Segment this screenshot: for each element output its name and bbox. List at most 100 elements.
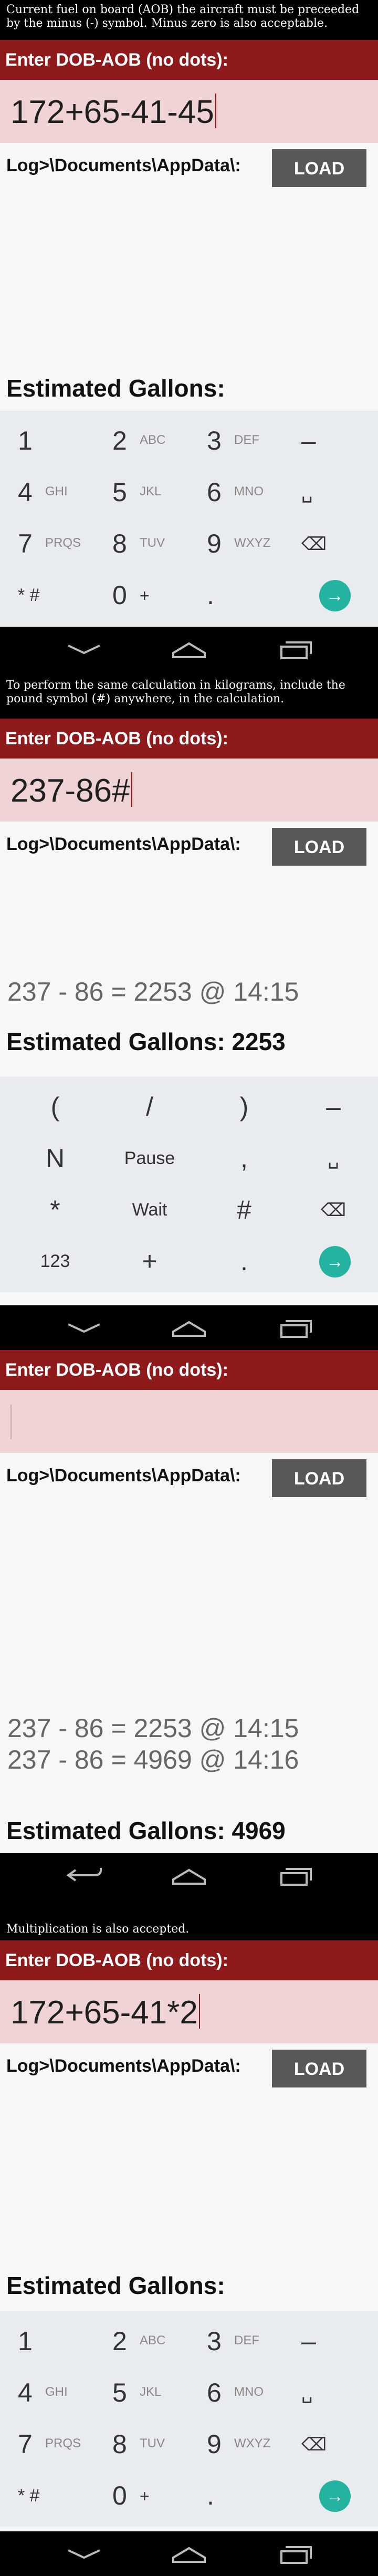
keypad-key[interactable]: – <box>294 416 373 463</box>
back-icon[interactable] <box>52 2537 116 2570</box>
dob-aob-input[interactable]: 237-86# <box>0 759 378 822</box>
key-digit: ␣ <box>301 2383 313 2403</box>
keypad-key[interactable]: 6 MNO <box>200 2368 278 2415</box>
keypad-key[interactable]: → <box>294 2471 373 2518</box>
back-icon[interactable] <box>52 632 116 666</box>
home-icon[interactable] <box>158 1858 220 1892</box>
recents-icon[interactable] <box>262 1858 326 1892</box>
keypad-key[interactable]: → <box>294 570 373 618</box>
keypad-key[interactable]: Pause <box>110 1134 189 1181</box>
estimated-gallons: Estimated Gallons: <box>6 2271 225 2300</box>
gallons-value: 2253 <box>232 1028 286 1055</box>
recents-icon[interactable] <box>262 2537 326 2570</box>
dob-aob-input[interactable]: 172+65-41-45 <box>0 80 378 143</box>
nav-bar <box>0 1853 378 1920</box>
key-digit: 6 <box>207 477 222 507</box>
keypad-key[interactable]: . <box>205 1237 284 1284</box>
dob-aob-input[interactable] <box>0 1390 378 1453</box>
keypad-key[interactable]: 9 WXYZ <box>200 519 278 566</box>
caption-1: Current fuel on board (AOB) the aircraft… <box>0 0 378 40</box>
keypad-key[interactable]: 0 + <box>105 570 184 618</box>
home-icon[interactable] <box>158 1311 220 1344</box>
keypad-key[interactable]: . <box>200 570 278 618</box>
key-digit: 7 <box>18 2429 33 2459</box>
keypad-key[interactable]: ⌫ <box>294 2419 373 2467</box>
input-value: 172+65-41*2 <box>10 1995 198 2031</box>
keypad-key[interactable]: 3 DEF <box>200 2317 278 2364</box>
keypad-key[interactable]: 1 <box>10 416 89 463</box>
load-button[interactable]: LOAD <box>272 1459 366 1497</box>
keypad-key[interactable]: . <box>200 2471 278 2518</box>
keypad-key[interactable]: ⌫ <box>294 1185 373 1232</box>
key-symbol: ( <box>50 1092 60 1121</box>
key-letters: ABC <box>140 433 166 447</box>
keypad-key[interactable]: ( <box>16 1082 94 1129</box>
keypad-key[interactable]: – <box>294 1082 373 1129</box>
keypad-key[interactable]: 2 ABC <box>105 416 184 463</box>
keypad-key[interactable]: 8 TUV <box>105 2419 184 2467</box>
text-caret <box>215 94 216 128</box>
key-digit: ⌫ <box>301 534 327 554</box>
keypad-key[interactable]: 0 + <box>105 2471 184 2518</box>
screen-2: Enter DOB-AOB (no dots): 237-86# Log>\Do… <box>0 719 378 1350</box>
keypad-key[interactable]: 9 WXYZ <box>200 2419 278 2467</box>
keypad-key[interactable]: 4 GHI <box>10 468 89 515</box>
keypad-key[interactable]: 7 PRQS <box>10 519 89 566</box>
keypad-key[interactable]: 123 <box>16 1237 94 1284</box>
keypad-key[interactable]: + <box>110 1237 189 1284</box>
keypad-key[interactable]: 4 GHI <box>10 2368 89 2415</box>
back-icon[interactable] <box>52 1311 116 1344</box>
path-row: Log>\Documents\AppData\: LOAD <box>0 143 378 193</box>
keypad-key[interactable]: 2 ABC <box>105 2317 184 2364</box>
keypad-key[interactable]: ␣ <box>294 2368 373 2415</box>
load-button[interactable]: LOAD <box>272 2050 366 2087</box>
home-icon[interactable] <box>158 2537 220 2570</box>
keypad-key[interactable]: 7 PRQS <box>10 2419 89 2467</box>
key-digit: . <box>207 580 214 610</box>
keypad-key[interactable]: 3 DEF <box>200 416 278 463</box>
symbol-keypad: ( /) – N Pause, ␣ * Wait # ⌫ 123 +. → <box>0 1077 378 1292</box>
key-digit: 1 <box>18 2326 33 2356</box>
key-symbol: Wait <box>132 1200 167 1220</box>
home-icon[interactable] <box>158 632 220 666</box>
recents-icon[interactable] <box>262 632 326 666</box>
keypad-key[interactable]: , <box>205 1134 284 1181</box>
keypad-key[interactable]: – <box>294 2317 373 2364</box>
keypad-key[interactable]: 5 JKL <box>105 468 184 515</box>
keypad-key[interactable]: 6 MNO <box>200 468 278 515</box>
keypad-key[interactable]: * # <box>10 2471 89 2518</box>
keypad-key[interactable]: # <box>205 1185 284 1232</box>
enter-arrow-icon: → <box>319 2480 351 2512</box>
keypad-key[interactable]: N <box>16 1134 94 1181</box>
key-letters: PRQS <box>45 2436 81 2450</box>
keypad-key[interactable]: Wait <box>110 1185 189 1232</box>
key-symbol: – <box>326 1092 341 1121</box>
numeric-keypad: 1 2 ABC 3 DEF – 4 GHI 5 JKL 6 MNO ␣ 7 PRQS 8 TUV 9 WXYZ ⌫ * … <box>0 411 378 626</box>
back-icon[interactable] <box>52 1858 116 1892</box>
keypad-key[interactable]: ⌫ <box>294 519 373 566</box>
key-symbol: Pause <box>124 1148 175 1168</box>
dob-aob-input[interactable]: 172+65-41*2 <box>0 1980 378 2043</box>
key-letters: DEF <box>234 2333 259 2348</box>
key-digit: 7 <box>18 529 33 558</box>
recents-icon[interactable] <box>262 1311 326 1344</box>
load-button[interactable]: LOAD <box>272 149 366 187</box>
keypad-key[interactable]: 5 JKL <box>105 2368 184 2415</box>
keypad-key[interactable]: ␣ <box>294 1134 373 1181</box>
keypad-key[interactable]: ␣ <box>294 468 373 515</box>
screen-1: Enter DOB-AOB (no dots): 172+65-41-45 Lo… <box>0 40 378 671</box>
keypad-key[interactable]: * <box>16 1185 94 1232</box>
key-symbol: / <box>146 1092 153 1121</box>
keypad-key[interactable]: → <box>294 1237 373 1284</box>
keypad-key[interactable]: 8 TUV <box>105 519 184 566</box>
keypad-key[interactable]: / <box>110 1082 189 1129</box>
estimated-gallons: Estimated Gallons: <box>6 374 225 402</box>
caption-3: Multiplication is also accepted. <box>0 1920 378 1940</box>
keypad-key[interactable]: 1 <box>10 2317 89 2364</box>
load-button[interactable]: LOAD <box>272 828 366 866</box>
keypad-key[interactable]: * # <box>10 570 89 618</box>
key-symbol: N <box>45 1144 65 1173</box>
key-digit: * # <box>18 2486 40 2506</box>
keypad-key[interactable]: ) <box>205 1082 284 1129</box>
path-label: Log>\Documents\AppData\: <box>6 2056 241 2076</box>
